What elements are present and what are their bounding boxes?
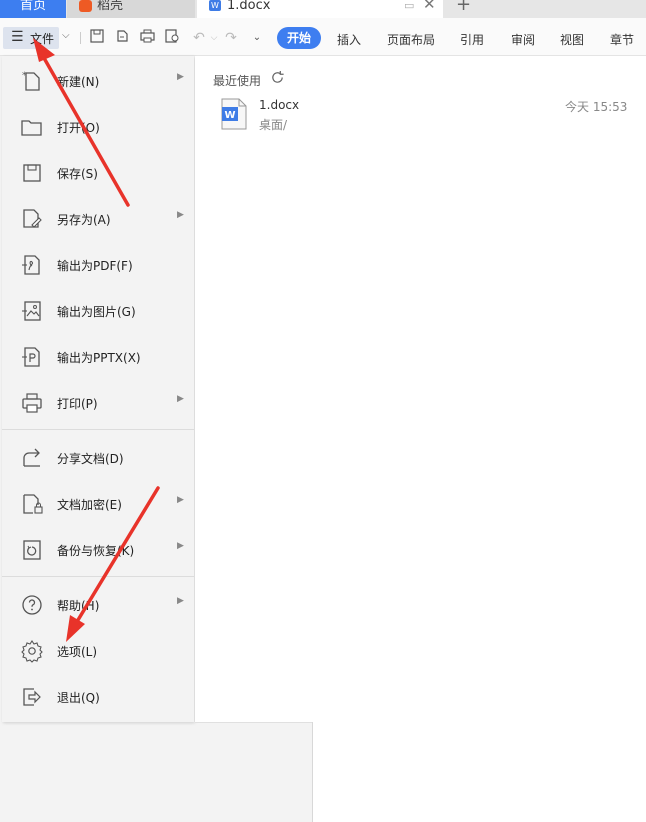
- tab-document-label: 1.docx: [227, 0, 271, 13]
- print-icon: [22, 393, 42, 413]
- menu-item-label: 输出为PPTX(X): [57, 351, 141, 365]
- share-icon: [23, 448, 40, 467]
- menu-item-encrypt[interactable]: 文档加密(E) ▶: [2, 481, 194, 527]
- menu-item-label: 输出为PDF(F): [57, 259, 133, 273]
- chevron-right-icon: ▶: [177, 72, 184, 82]
- menu-item-export-image[interactable]: 输出为图片(G): [2, 288, 194, 334]
- backup-icon: [23, 540, 41, 560]
- document-page[interactable]: [312, 722, 646, 822]
- chevron-right-icon: ▶: [177, 596, 184, 606]
- recent-title: 最近使用: [213, 74, 262, 88]
- ribbon-tab-review[interactable]: 审阅: [511, 31, 535, 48]
- menu-item-export-pptx[interactable]: 输出为PPTX(X): [2, 334, 194, 380]
- menu-item-exit[interactable]: 退出(Q): [2, 674, 194, 720]
- chevron-down-icon[interactable]: ⌵: [62, 30, 70, 41]
- ribbon-tab-view[interactable]: 视图: [560, 31, 584, 48]
- gear-icon: [21, 640, 43, 663]
- menu-item-options[interactable]: 选项(L): [2, 628, 194, 674]
- recent-file-path: 桌面/: [259, 118, 288, 132]
- menu-item-label: 帮助(H): [57, 599, 100, 613]
- menu-item-label: 保存(S): [57, 167, 98, 181]
- undo-dropdown-icon[interactable]: ⌵: [205, 29, 223, 47]
- menu-item-label: 分享文档(D): [57, 452, 124, 466]
- exit-icon: [23, 688, 41, 706]
- hamburger-icon: ☰: [11, 29, 24, 45]
- menu-item-label: 退出(Q): [57, 691, 100, 705]
- lock-doc-icon: [23, 494, 43, 514]
- file-menu: * 新建(N) ▶ 打开(O) 保存(S) 另存为(A) ▶ 输出为PDF(F)…: [2, 56, 194, 722]
- folder-icon: [21, 120, 42, 136]
- menu-item-label: 另存为(A): [57, 213, 111, 227]
- menu-item-open[interactable]: 打开(O): [2, 104, 194, 150]
- pdf-icon: [22, 255, 40, 275]
- chevron-right-icon: ▶: [177, 495, 184, 505]
- help-icon: [22, 595, 42, 615]
- image-icon: [22, 301, 41, 321]
- menu-item-save-as[interactable]: 另存为(A) ▶: [2, 196, 194, 242]
- svg-text:*: *: [22, 71, 27, 81]
- save-as-icon: [23, 209, 42, 228]
- save-icon: [23, 164, 41, 182]
- ribbon-tab-insert[interactable]: 插入: [337, 31, 361, 48]
- ribbon-tab-chapter[interactable]: 章节: [610, 31, 634, 48]
- menu-item-label: 输出为图片(G): [57, 305, 136, 319]
- add-tab-icon[interactable]: +: [456, 0, 476, 18]
- file-menu-label: 文件: [30, 32, 55, 46]
- pptx-icon: [22, 347, 40, 367]
- recent-files-panel: 最近使用 W 1.docx 桌面/ 今天 15:53: [195, 56, 646, 723]
- chevron-right-icon: ▶: [177, 394, 184, 404]
- daoke-logo-icon: [79, 0, 92, 12]
- menu-item-export-pdf[interactable]: 输出为PDF(F): [2, 242, 194, 288]
- tab-home-label: 首页: [19, 0, 46, 13]
- menu-item-share[interactable]: 分享文档(D): [2, 435, 194, 481]
- chevron-right-icon: ▶: [177, 541, 184, 551]
- ribbon-tab-label: 开始: [286, 31, 311, 45]
- menu-divider: [2, 429, 194, 430]
- svg-text:W: W: [224, 110, 235, 121]
- menu-item-backup[interactable]: 备份与恢复(K) ▶: [2, 527, 194, 573]
- menu-item-label: 打印(P): [57, 397, 98, 411]
- tab-bar: 首页 稻壳 W 1.docx ▭ ✕ +: [0, 0, 646, 18]
- menu-item-help[interactable]: 帮助(H) ▶: [2, 582, 194, 628]
- toolbar-divider: [80, 32, 81, 44]
- print-preview-icon[interactable]: [163, 29, 181, 47]
- ribbon-tab-start[interactable]: 开始: [277, 27, 321, 49]
- menu-item-print[interactable]: 打印(P) ▶: [2, 380, 194, 426]
- toolbar: ☰ 文件 ⌵ ↶ ⌵ ↷ ⌄ 开始 插入 页面布局 引用 审阅 视图 章节: [0, 18, 646, 56]
- new-icon: *: [22, 71, 40, 91]
- chevron-right-icon: ▶: [177, 210, 184, 220]
- menu-item-label: 文档加密(E): [57, 498, 122, 512]
- more-icon[interactable]: ⌄: [248, 29, 266, 47]
- word-doc-icon: W: [221, 98, 247, 130]
- export-icon[interactable]: [113, 29, 131, 47]
- menu-item-label: 选项(L): [57, 645, 98, 659]
- refresh-icon[interactable]: [270, 70, 285, 85]
- menu-item-new[interactable]: * 新建(N) ▶: [2, 58, 194, 104]
- word-doc-icon: W: [209, 0, 221, 11]
- file-menu-button[interactable]: ☰ 文件: [3, 27, 59, 49]
- menu-item-label: 新建(N): [57, 75, 100, 89]
- recent-file-time: 今天 15:53: [565, 100, 628, 114]
- ribbon-tab-layout[interactable]: 页面布局: [387, 31, 435, 48]
- menu-item-label: 打开(O): [57, 121, 100, 135]
- redo-icon[interactable]: ↷: [222, 29, 240, 47]
- tab-daoke-label: 稻壳: [97, 0, 124, 13]
- menu-item-label: 备份与恢复(K): [57, 544, 135, 558]
- menu-item-save[interactable]: 保存(S): [2, 150, 194, 196]
- tab-home[interactable]: 首页: [0, 0, 66, 18]
- close-icon[interactable]: ✕: [423, 0, 436, 12]
- tab-daoke[interactable]: 稻壳: [67, 0, 195, 18]
- tab-document[interactable]: W 1.docx ▭ ✕: [197, 0, 443, 18]
- save-icon[interactable]: [88, 29, 106, 47]
- recent-file-name: 1.docx: [259, 98, 300, 112]
- print-icon[interactable]: [138, 29, 156, 47]
- pin-icon[interactable]: ▭: [404, 0, 414, 12]
- ribbon-tab-references[interactable]: 引用: [460, 31, 484, 48]
- menu-divider: [2, 576, 194, 577]
